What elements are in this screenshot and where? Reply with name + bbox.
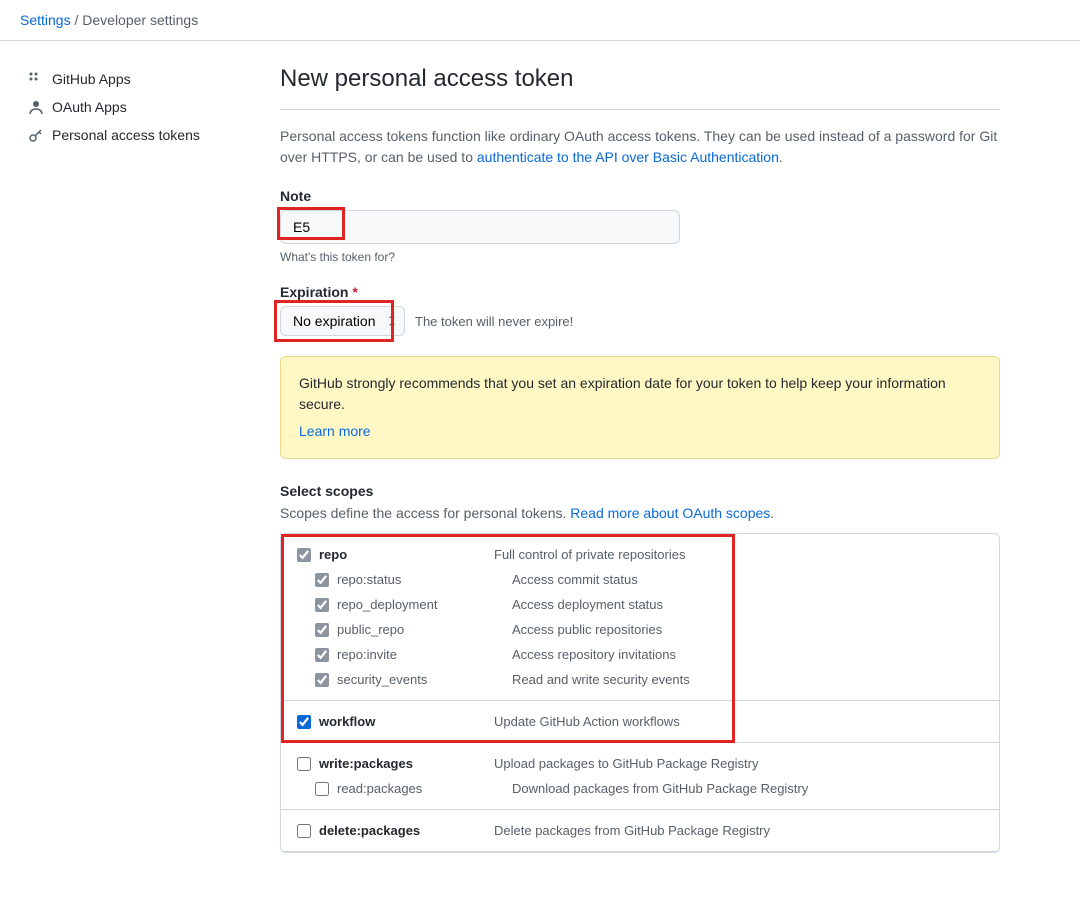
scope-name: read:packages (337, 781, 512, 796)
scope-checkbox[interactable] (315, 673, 329, 687)
sidebar-label: GitHub Apps (52, 71, 131, 87)
scope-description: Access repository invitations (512, 647, 676, 662)
scopes-label: Select scopes (280, 483, 1000, 499)
apps-icon (28, 71, 44, 87)
scope-checkbox[interactable] (297, 715, 311, 729)
scopes-box: repoFull control of private repositories… (280, 533, 1000, 853)
main-content: New personal access token Personal acces… (280, 65, 1000, 873)
scope-row: repoFull control of private repositories (281, 542, 999, 567)
breadcrumb-sep: / (71, 12, 83, 28)
scope-name: public_repo (337, 622, 512, 637)
scope-checkbox[interactable] (315, 782, 329, 796)
expiration-label: Expiration * (280, 284, 1000, 300)
scope-description: Full control of private repositories (494, 547, 685, 562)
scope-row: public_repoAccess public repositories (281, 617, 999, 642)
key-icon (28, 127, 44, 143)
scope-name: repo (319, 547, 494, 562)
note-label: Note (280, 188, 1000, 204)
auth-docs-link[interactable]: authenticate to the API over Basic Authe… (477, 149, 779, 165)
scope-checkbox[interactable] (315, 623, 329, 637)
sidebar-label: Personal access tokens (52, 127, 200, 143)
scope-row: delete:packagesDelete packages from GitH… (281, 818, 999, 843)
note-input[interactable] (280, 210, 680, 244)
scope-checkbox[interactable] (297, 824, 311, 838)
expiration-hint: The token will never expire! (415, 314, 573, 329)
scope-row: security_eventsRead and write security e… (281, 667, 999, 692)
expiration-warning-flash: GitHub strongly recommends that you set … (280, 356, 1000, 459)
page-description: Personal access tokens function like ord… (280, 126, 1000, 168)
scope-checkbox[interactable] (315, 598, 329, 612)
scope-row: repo:statusAccess commit status (281, 567, 999, 592)
scope-description: Access deployment status (512, 597, 663, 612)
scope-name: repo:invite (337, 647, 512, 662)
scopes-docs-link[interactable]: Read more about OAuth scopes (570, 505, 770, 521)
scope-group: workflowUpdate GitHub Action workflows (281, 701, 999, 743)
person-icon (28, 99, 44, 115)
scope-group: repoFull control of private repositories… (281, 534, 999, 701)
scope-description: Upload packages to GitHub Package Regist… (494, 756, 758, 771)
learn-more-link[interactable]: Learn more (299, 421, 371, 442)
sidebar-item-github-apps[interactable]: GitHub Apps (20, 65, 280, 93)
scope-checkbox[interactable] (315, 648, 329, 662)
scope-row: write:packagesUpload packages to GitHub … (281, 751, 999, 776)
scope-checkbox[interactable] (297, 548, 311, 562)
scope-row: repo:inviteAccess repository invitations (281, 642, 999, 667)
scope-description: Access commit status (512, 572, 638, 587)
scope-description: Update GitHub Action workflows (494, 714, 680, 729)
scope-name: security_events (337, 672, 512, 687)
expiration-select[interactable]: No expiration (280, 306, 405, 336)
scope-row: workflowUpdate GitHub Action workflows (281, 709, 999, 734)
sidebar-item-personal-access-tokens[interactable]: Personal access tokens (20, 121, 280, 149)
scope-checkbox[interactable] (315, 573, 329, 587)
scope-row: repo_deploymentAccess deployment status (281, 592, 999, 617)
note-hint: What's this token for? (280, 250, 1000, 264)
scopes-desc: Scopes define the access for personal to… (280, 505, 1000, 521)
scope-description: Read and write security events (512, 672, 690, 687)
scope-name: repo:status (337, 572, 512, 587)
scope-description: Access public repositories (512, 622, 662, 637)
scope-name: write:packages (319, 756, 494, 771)
breadcrumb-current: Developer settings (82, 12, 198, 28)
scope-description: Download packages from GitHub Package Re… (512, 781, 808, 796)
sidebar: GitHub Apps OAuth Apps Personal access t… (20, 65, 280, 873)
page-title: New personal access token (280, 65, 1000, 93)
scope-row: read:packagesDownload packages from GitH… (281, 776, 999, 801)
scope-description: Delete packages from GitHub Package Regi… (494, 823, 770, 838)
scope-name: delete:packages (319, 823, 494, 838)
scope-name: repo_deployment (337, 597, 512, 612)
scope-group: delete:packagesDelete packages from GitH… (281, 810, 999, 852)
breadcrumb-settings-link[interactable]: Settings (20, 12, 71, 28)
sidebar-item-oauth-apps[interactable]: OAuth Apps (20, 93, 280, 121)
sidebar-label: OAuth Apps (52, 99, 127, 115)
scope-name: workflow (319, 714, 494, 729)
scope-group: write:packagesUpload packages to GitHub … (281, 743, 999, 810)
breadcrumb: Settings / Developer settings (0, 0, 1080, 41)
